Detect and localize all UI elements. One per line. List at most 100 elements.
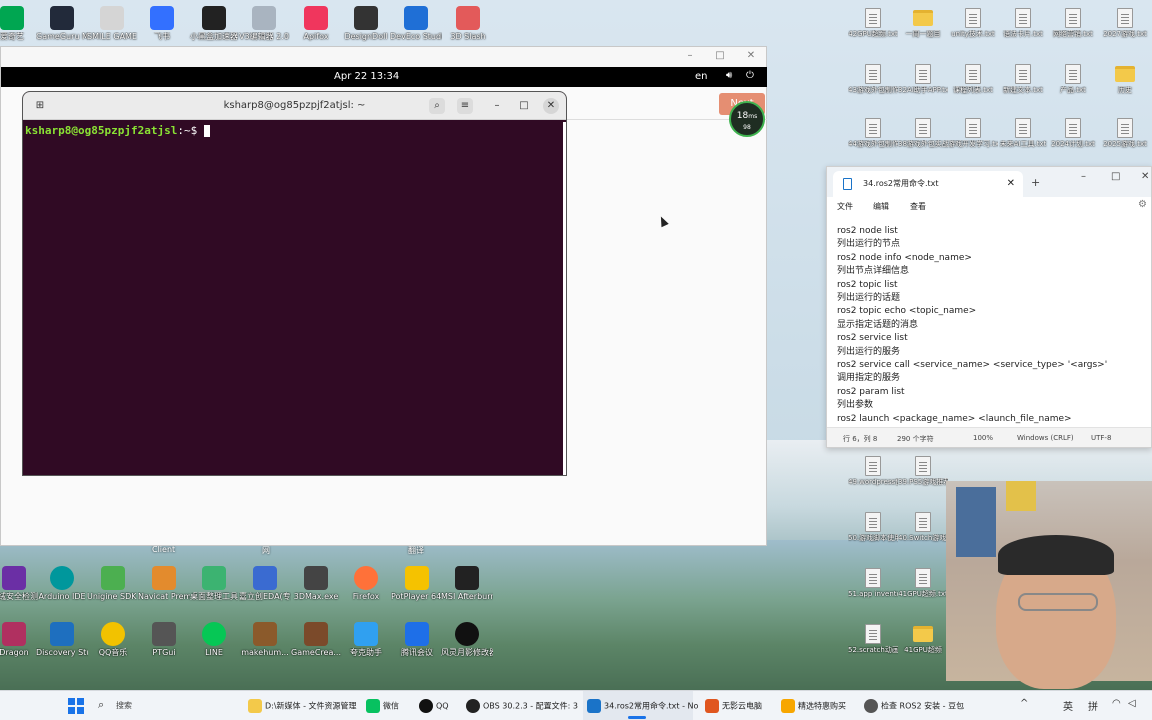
desktop-icon-arduino[interactable]: Arduino IDE xyxy=(36,566,88,602)
desktop-icon-lceda[interactable]: 嘉立创EDA(专业版) xyxy=(239,566,291,602)
desktop-icon-smile-game[interactable]: SMILE GAME xyxy=(86,6,138,42)
desktop-icon-designdoll[interactable]: DesignDoll xyxy=(340,6,392,42)
volume-icon[interactable]: ◁ xyxy=(1128,698,1136,709)
file-icon[interactable]: 44游戏外包制作.txt xyxy=(848,118,898,149)
desktop-icon-navicat[interactable]: Navicat Premium xyxy=(138,566,190,602)
desktop-icon-discovery-studio[interactable]: Discovery Studio 20... xyxy=(36,622,88,658)
scrollbar[interactable] xyxy=(563,122,566,475)
close-icon[interactable]: ✕ xyxy=(543,98,559,114)
menu-view[interactable]: 查看 xyxy=(910,201,926,212)
desktop-icon-potplayer[interactable]: PotPlayer 64 bit xyxy=(391,566,443,602)
notepad-tab[interactable]: 34.ros2常用命令.txt ✕ xyxy=(833,171,1023,197)
file-icon[interactable]: 52.scratch动画设计.txt xyxy=(848,624,898,655)
desktop-icon-firefox[interactable]: Firefox xyxy=(340,566,392,602)
file-icon[interactable]: 2025游戏.txt xyxy=(1100,118,1150,149)
menu-file[interactable]: 文件 xyxy=(837,201,853,212)
file-icon[interactable]: 41GPU超频.txt xyxy=(898,568,948,599)
terminal-body[interactable]: ksharp8@og85pzpjf2atjsl:~$ xyxy=(23,120,566,141)
desktop-icon-msi-afterburner[interactable]: MSI Afterburner xyxy=(441,566,493,602)
desktop-icon-gameguru[interactable]: GameGuru MAX xyxy=(36,6,88,42)
tray-ime-lang[interactable]: 英 xyxy=(1063,698,1073,713)
wifi-icon[interactable]: ◠ xyxy=(1112,698,1121,709)
taskbar-item-obs[interactable]: OBS 30.2.3 - 配置文件: 3 xyxy=(466,699,578,713)
desktop-icon-feishu[interactable]: 飞书 xyxy=(136,6,188,42)
desktop-icon-accelerator[interactable]: 小黑盒加速器 xyxy=(188,6,240,42)
settings-gear-icon[interactable]: ⚙ xyxy=(1138,199,1147,210)
file-icon[interactable]: 2024计划.txt xyxy=(1048,118,1098,149)
file-icon[interactable]: 新建文本.txt xyxy=(998,64,1048,95)
input-language[interactable]: en xyxy=(695,71,708,82)
file-icon[interactable]: 课程列表.txt xyxy=(948,64,998,95)
terminal-window[interactable]: ⊞ ksharp8@og85pzpjf2atjsl: ~ ⌕ ≡ – □ ✕ k… xyxy=(22,91,567,476)
search-icon[interactable]: ⌕ xyxy=(429,98,445,114)
file-icon[interactable]: 产品.txt xyxy=(1048,64,1098,95)
menu-icon[interactable]: ≡ xyxy=(457,98,473,114)
file-icon[interactable]: 未来AI工具.txt xyxy=(998,118,1048,149)
minimize-icon[interactable]: – xyxy=(680,50,700,61)
terminal-header[interactable]: ⊞ ksharp8@og85pzpjf2atjsl: ~ ⌕ ≡ – □ ✕ xyxy=(23,92,566,120)
menu-edit[interactable]: 编辑 xyxy=(873,201,889,212)
close-tab-icon[interactable]: ✕ xyxy=(1007,171,1015,197)
maximize-icon[interactable]: □ xyxy=(1111,171,1120,182)
desktop-icon-fengling[interactable]: 风灵月影修改器 xyxy=(441,622,493,658)
file-icon[interactable]: unity技术.txt xyxy=(948,8,998,39)
taskbar-item-notepad[interactable]: 34.ros2常用命令.txt - No xyxy=(587,699,698,713)
desktop-icon-gamecreator[interactable]: GameCrea... xyxy=(290,622,342,658)
minimize-icon[interactable]: – xyxy=(1081,171,1086,182)
desktop-icon-deveco[interactable]: DevEco Studio xyxy=(390,6,442,42)
taskbar-item-qq[interactable]: QQ xyxy=(419,699,449,713)
vm-titlebar[interactable]: – □ ✕ xyxy=(1,47,766,67)
desktop-icon-huorong[interactable]: 火绒安全检测 xyxy=(0,566,40,602)
file-icon[interactable]: 38游戏外包实战.txt xyxy=(898,118,948,149)
add-tab-icon[interactable]: + xyxy=(1031,176,1040,189)
tray-expand-icon[interactable]: ^ xyxy=(1020,698,1028,709)
volume-icon[interactable]: 🔊︎ xyxy=(726,70,732,81)
file-icon[interactable]: 39.PS5游戏推荐.txt xyxy=(898,456,948,487)
notepad-tabbar[interactable]: 34.ros2常用命令.txt ✕ + – □ ✕ xyxy=(827,167,1151,197)
maximize-icon[interactable]: □ xyxy=(516,98,532,114)
file-icon[interactable]: 2027游戏.txt xyxy=(1100,8,1150,39)
close-icon[interactable]: ✕ xyxy=(741,50,761,61)
desktop-icon-qq-music[interactable]: QQ音乐 xyxy=(87,622,139,658)
file-icon[interactable]: 语法卡片.txt xyxy=(998,8,1048,39)
clock[interactable]: Apr 22 13:34 xyxy=(334,71,399,82)
windows-start-icon[interactable] xyxy=(68,698,84,714)
file-icon[interactable]: 网络营销.txt xyxy=(1048,8,1098,39)
taskbar-item-cloud-pc[interactable]: 无影云电脑 xyxy=(705,699,762,713)
file-icon[interactable]: 49.wordpress使用.txt xyxy=(848,456,898,487)
taskbar-item-wechat[interactable]: 微信 xyxy=(366,699,399,713)
desktop-icon-3d-slash[interactable]: 3D Slash xyxy=(442,6,494,42)
taskbar-item-explorer[interactable]: D:\新媒体 - 文件资源管理 xyxy=(248,699,357,713)
zoom-level[interactable]: 100% xyxy=(973,434,993,442)
file-icon[interactable]: 40.Switch游戏推荐.txt xyxy=(898,512,948,543)
taskbar-item-doubao[interactable]: 检查 ROS2 安装 - 豆包 xyxy=(864,699,964,713)
desktop-icon-desktop-organizer[interactable]: 桌面整理工具 xyxy=(188,566,240,602)
notepad-text-area[interactable]: ros2 node list 列出运行的节点 ros2 node info <n… xyxy=(837,225,1107,426)
file-icon[interactable]: 50.游戏脚本使用.txt xyxy=(848,512,898,543)
desktop-icon-quark[interactable]: 夸克助手 xyxy=(340,622,392,658)
file-icon[interactable]: 32AI助手APP.txt xyxy=(898,64,948,95)
power-icon[interactable]: ⏻ xyxy=(746,70,754,81)
desktop-icon-apifox[interactable]: Apifox xyxy=(290,6,342,42)
taskbar-item-deals[interactable]: 精选特惠购买 xyxy=(781,699,846,713)
tray-ime-mode[interactable]: 拼 xyxy=(1088,698,1098,713)
desktop-icon-tencent-meeting[interactable]: 腾讯会议 xyxy=(391,622,443,658)
taskbar-search[interactable]: ⌕ 搜索 xyxy=(92,696,232,716)
desktop-icon-ptgui[interactable]: PTGui xyxy=(138,622,190,658)
folder-icon-item[interactable]: 41GPU超频 xyxy=(898,624,948,655)
folder-icon-item[interactable]: 历史 xyxy=(1100,64,1150,95)
maximize-icon[interactable]: □ xyxy=(710,50,730,61)
file-icon[interactable]: 游戏开发学习.txt xyxy=(948,118,998,149)
encoding[interactable]: UTF-8 xyxy=(1091,434,1111,442)
desktop-icon-iqiyi[interactable]: 爱奇艺 xyxy=(0,6,38,42)
desktop-icon-line[interactable]: LINE xyxy=(188,622,240,658)
desktop-icon-dragon[interactable]: Dragon xyxy=(0,622,40,658)
file-icon[interactable]: 42GPU超频.txt xyxy=(848,8,898,39)
line-ending[interactable]: Windows (CRLF) xyxy=(1017,434,1074,442)
file-icon[interactable]: 51.app inventor.txt xyxy=(848,568,898,599)
close-icon[interactable]: ✕ xyxy=(1141,171,1149,182)
desktop-icon-makehuman[interactable]: makehum... xyxy=(239,622,291,658)
file-icon[interactable]: 43游戏外包制作.txt xyxy=(848,64,898,95)
desktop-icon-v3-editor[interactable]: V3编辑器 2.0 xyxy=(238,6,290,42)
folder-icon-item[interactable]: 一周一题目 xyxy=(898,8,948,39)
